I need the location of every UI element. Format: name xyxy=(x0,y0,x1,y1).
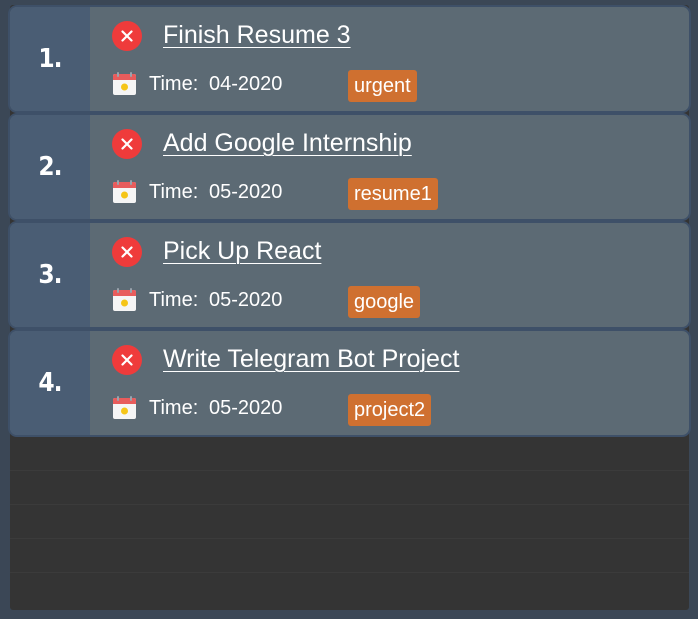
time-label: Time: xyxy=(149,397,199,419)
task-index: 2. xyxy=(38,152,62,182)
task-card[interactable]: 4. Write Telegram Bot Project Time: 05-2… xyxy=(10,331,689,435)
delete-task-button[interactable] xyxy=(112,129,142,159)
task-list: 1. Finish Resume 3 Time: 04-2020 urgent … xyxy=(10,5,689,610)
task-index-panel: 2. xyxy=(10,115,90,219)
time-label: Time: xyxy=(149,181,199,203)
time-value: 05-2020 xyxy=(209,397,283,419)
time-value: 05-2020 xyxy=(209,181,283,203)
task-index: 3. xyxy=(38,260,62,290)
task-index-panel: 1. xyxy=(10,7,90,111)
time-value: 04-2020 xyxy=(209,73,283,95)
close-circle-icon xyxy=(121,30,133,42)
calendar-icon xyxy=(113,180,136,203)
task-card[interactable]: 2. Add Google Internship Time: 05-2020 r… xyxy=(10,115,689,219)
delete-task-button[interactable] xyxy=(112,345,142,375)
task-card[interactable]: 3. Pick Up React Time: 05-2020 google xyxy=(10,223,689,327)
close-circle-icon xyxy=(121,138,133,150)
close-circle-icon xyxy=(121,354,133,366)
tag-badge: resume1 xyxy=(348,178,438,210)
delete-task-button[interactable] xyxy=(112,237,142,267)
task-card[interactable]: 1. Finish Resume 3 Time: 04-2020 urgent xyxy=(10,7,689,111)
tag-badge: urgent xyxy=(348,70,417,102)
task-title[interactable]: Finish Resume 3 xyxy=(163,19,351,51)
task-title[interactable]: Add Google Internship xyxy=(163,127,412,159)
empty-list-row xyxy=(10,504,689,505)
empty-list-row xyxy=(10,572,689,573)
tag-badge: project2 xyxy=(348,394,432,426)
time-value: 05-2020 xyxy=(209,289,283,311)
close-circle-icon xyxy=(121,246,133,258)
task-title[interactable]: Write Telegram Bot Project xyxy=(163,343,459,375)
task-index: 4. xyxy=(38,368,62,398)
tag-badge: google xyxy=(348,286,421,318)
calendar-icon xyxy=(113,72,136,95)
calendar-icon xyxy=(113,288,136,311)
calendar-icon xyxy=(113,396,136,419)
delete-task-button[interactable] xyxy=(112,21,142,51)
task-index-panel: 4. xyxy=(10,331,90,435)
empty-list-row xyxy=(10,470,689,471)
task-index-panel: 3. xyxy=(10,223,90,327)
task-index: 1. xyxy=(38,44,62,74)
time-label: Time: xyxy=(149,73,199,95)
time-label: Time: xyxy=(149,289,199,311)
empty-list-row xyxy=(10,538,689,539)
task-title[interactable]: Pick Up React xyxy=(163,235,321,267)
